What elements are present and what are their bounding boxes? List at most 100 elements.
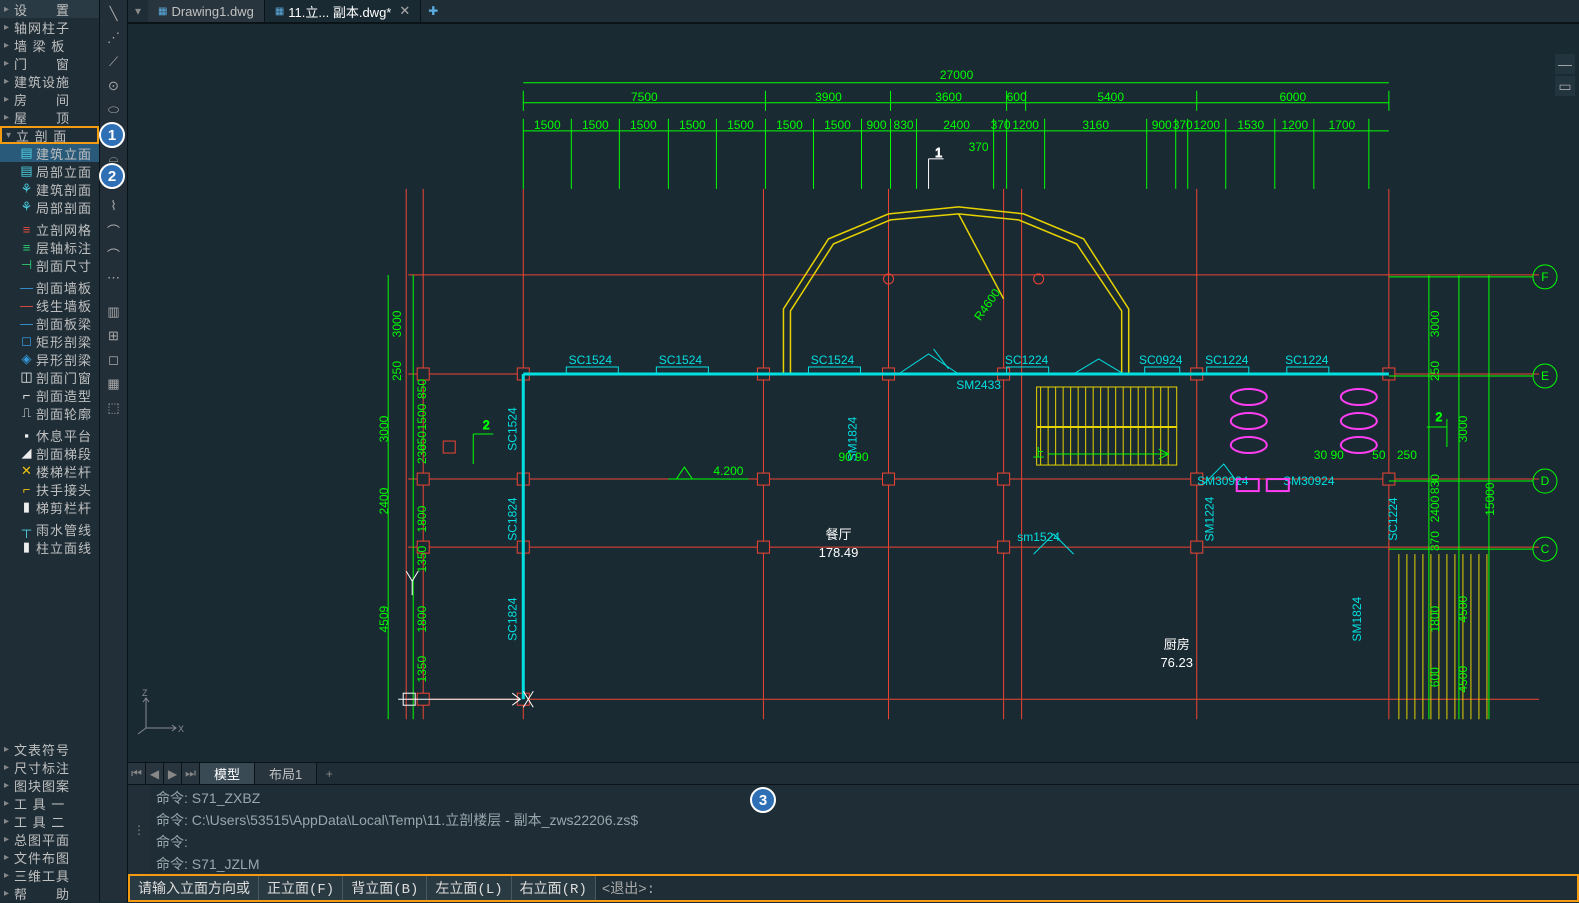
command-option[interactable]: 正立面(F) xyxy=(259,876,343,900)
svg-text:2400: 2400 xyxy=(1428,495,1442,522)
tree-item[interactable]: ▸总图平面 xyxy=(0,830,99,848)
tree-item[interactable]: ▸三维工具 xyxy=(0,866,99,884)
command-option[interactable]: 左立面(L) xyxy=(427,876,511,900)
svg-text:4500: 4500 xyxy=(1456,666,1470,693)
tool-button[interactable]: ⊙ xyxy=(104,76,124,96)
tree-item[interactable]: ▸文件布图 xyxy=(0,848,99,866)
tree-item[interactable]: ▸门 窗 xyxy=(0,54,99,72)
window-label: SC1524 xyxy=(569,353,613,367)
tool-button[interactable]: ⋯ xyxy=(104,268,124,288)
tool-button[interactable]: ⌒ xyxy=(104,244,124,264)
tree-item[interactable]: ⚘局部剖面 xyxy=(0,198,99,216)
svg-text:E: E xyxy=(1541,369,1549,383)
tree-item[interactable]: ✕楼梯栏杆 xyxy=(0,462,99,480)
tree-item[interactable]: ▸设 置 xyxy=(0,0,99,18)
command-option[interactable]: 背立面(B) xyxy=(343,876,427,900)
svg-text:C: C xyxy=(1541,542,1550,556)
new-tab-button[interactable]: ✚ xyxy=(421,0,445,22)
tool-button[interactable]: ╲ xyxy=(104,4,124,24)
layout-prev-icon[interactable]: ◀ xyxy=(146,763,164,784)
tree-item[interactable]: —剖面板梁 xyxy=(0,314,99,332)
tree-item[interactable]: ▪休息平台 xyxy=(0,426,99,444)
tree-item[interactable]: ⊣剖面尺寸 xyxy=(0,256,99,274)
window-label: SC1224 xyxy=(1285,353,1329,367)
model-tab[interactable]: 模型 xyxy=(200,763,255,784)
svg-text:1350: 1350 xyxy=(415,656,429,683)
layout-last-icon[interactable]: ⏭ xyxy=(182,763,200,784)
tool-button[interactable]: ⌇ xyxy=(104,196,124,216)
tree-item[interactable]: ⎍剖面轮廓 xyxy=(0,404,99,422)
tool-button[interactable]: ⋰ xyxy=(104,28,124,48)
svg-text:3160: 3160 xyxy=(1082,118,1109,132)
svg-text:X: X xyxy=(178,724,184,734)
command-input[interactable] xyxy=(661,876,1577,900)
svg-text:1800: 1800 xyxy=(415,505,429,532)
tree-item[interactable]: ▸帮 助 xyxy=(0,884,99,902)
tab-list-dropdown[interactable]: ▾ xyxy=(128,0,148,22)
layout-next-icon[interactable]: ▶ xyxy=(164,763,182,784)
close-icon[interactable]: ✕ xyxy=(399,3,410,19)
tree-item[interactable]: ▸工 具 一 xyxy=(0,794,99,812)
window-label: SM1224 xyxy=(1203,496,1217,541)
tool-button[interactable]: ▦ xyxy=(104,374,124,394)
tree-item[interactable]: ▸图块图案 xyxy=(0,776,99,794)
tree-item[interactable]: ▮柱立面线 xyxy=(0,538,99,556)
layout1-tab[interactable]: 布局1 xyxy=(255,763,317,784)
tree-item[interactable]: ◢剖面梯段 xyxy=(0,444,99,462)
tree-item[interactable]: ┬雨水管线 xyxy=(0,520,99,538)
tree-item[interactable]: —剖面墙板 xyxy=(0,278,99,296)
svg-text:600: 600 xyxy=(1007,90,1027,104)
tree-item[interactable]: ▸尺寸标注 xyxy=(0,758,99,776)
tool-button[interactable]: ⌒ xyxy=(104,220,124,240)
dwg-file-icon: ▦ xyxy=(158,6,167,17)
drawing-canvas-wrap: — ▭ xyxy=(128,24,1579,762)
layout-first-icon[interactable]: ⏮ xyxy=(128,763,146,784)
tree-item[interactable]: ⌐扶手接头 xyxy=(0,480,99,498)
svg-text:1350: 1350 xyxy=(415,545,429,572)
tree-item[interactable]: ⚘建筑剖面 xyxy=(0,180,99,198)
svg-text:1800: 1800 xyxy=(1428,605,1442,632)
tree-item[interactable]: ◻矩形剖梁 xyxy=(0,332,99,350)
svg-text:250: 250 xyxy=(390,361,404,381)
tree-item[interactable]: ▸建筑设施 xyxy=(0,72,99,90)
tree-item[interactable]: ▾立 剖 面 xyxy=(0,126,99,144)
svg-text:1500: 1500 xyxy=(415,403,429,430)
add-layout-button[interactable]: + xyxy=(317,763,341,784)
window-label: SC1524 xyxy=(659,353,703,367)
room-label: 餐厅 xyxy=(825,527,851,542)
document-tab[interactable]: ▦Drawing1.dwg xyxy=(148,0,265,22)
tree-item[interactable]: ▮梯剪栏杆 xyxy=(0,498,99,516)
svg-text:F: F xyxy=(1541,270,1548,284)
tool-button[interactable]: ⬚ xyxy=(104,398,124,418)
tree-item[interactable]: ▸文表符号 xyxy=(0,740,99,758)
tool-button[interactable]: ⬭ xyxy=(104,100,124,120)
command-option[interactable]: 右立面(R) xyxy=(512,876,596,900)
dim-label: 370 xyxy=(969,140,989,154)
tree-item[interactable]: ▸轴网柱子 xyxy=(0,18,99,36)
tree-item[interactable]: —线生墙板 xyxy=(0,296,99,314)
tree-item[interactable]: ◫剖面门窗 xyxy=(0,368,99,386)
tool-button[interactable]: ▥ xyxy=(104,302,124,322)
tree-item[interactable]: ▤局部立面 xyxy=(0,162,99,180)
tool-button[interactable]: ⟋ xyxy=(104,52,124,72)
svg-text:2: 2 xyxy=(1436,410,1443,424)
tree-item[interactable]: ◈异形剖梁 xyxy=(0,350,99,368)
tree-item[interactable]: ≡立剖网格 xyxy=(0,220,99,238)
svg-text:600: 600 xyxy=(1428,667,1442,687)
tree-item[interactable]: ▤建筑立面 xyxy=(0,144,99,162)
door-label: SM30924 xyxy=(1283,474,1335,488)
tree-item[interactable]: ▸房 间 xyxy=(0,90,99,108)
drawing-canvas[interactable]: R4600 SC1524 xyxy=(128,24,1579,762)
tree-item[interactable]: ▸墙 梁 板 xyxy=(0,36,99,54)
svg-text:1500: 1500 xyxy=(534,118,561,132)
tree-item[interactable]: ▸屋 顶 xyxy=(0,108,99,126)
tree-item[interactable]: ⌐剖面造型 xyxy=(0,386,99,404)
tree-item[interactable]: ≡层轴标注 xyxy=(0,238,99,256)
tool-button[interactable]: ◻ xyxy=(104,350,124,370)
tree-item[interactable]: ▸工 具 二 xyxy=(0,812,99,830)
document-tab[interactable]: ▦11.立... 副本.dwg*✕ xyxy=(265,0,421,22)
command-handle-icon[interactable]: ⋮ xyxy=(128,785,150,874)
tool-button[interactable]: ⊞ xyxy=(104,326,124,346)
door-label: sm1524 xyxy=(1017,530,1060,544)
window-label: SC1224 xyxy=(1005,353,1049,367)
